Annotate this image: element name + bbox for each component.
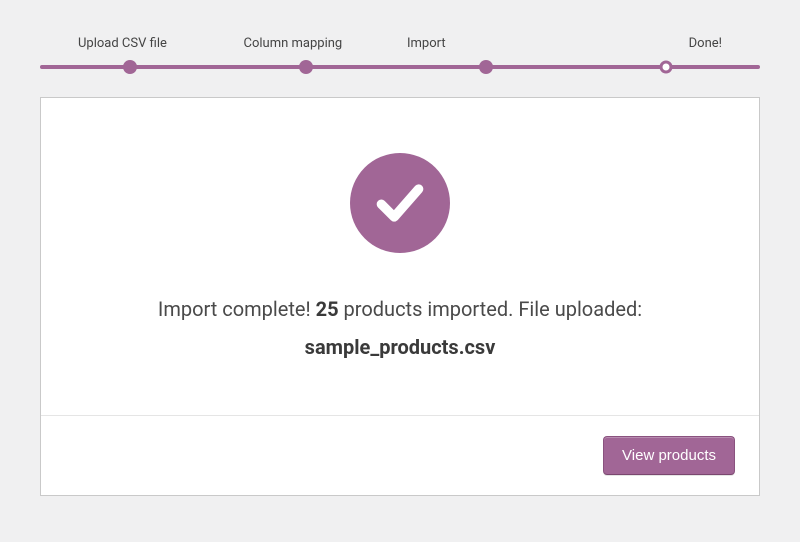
step-label-upload: Upload CSV file [40,36,236,51]
progress-stepper: Upload CSV file Column mapping Import Do… [40,36,760,69]
step-dot-done [660,61,673,74]
step-dot-import [479,60,493,74]
step-label-mapping: Column mapping [236,36,402,51]
card-footer: View products [41,415,759,495]
step-label-import: Import [401,36,565,51]
imported-count: 25 [316,297,339,321]
step-dot-mapping [299,60,313,74]
import-complete-message: Import complete! 25 products imported. F… [81,291,719,365]
message-prefix: Import complete! [158,297,316,321]
stepper-track [40,65,760,69]
step-label-done: Done! [565,36,761,51]
import-result-card: Import complete! 25 products imported. F… [40,97,760,496]
step-dot-upload [123,60,137,74]
check-circle-icon [350,153,450,253]
view-products-button[interactable]: View products [603,436,735,475]
uploaded-filename: sample_products.csv [81,329,719,365]
message-mid: products imported. File uploaded: [339,297,643,321]
